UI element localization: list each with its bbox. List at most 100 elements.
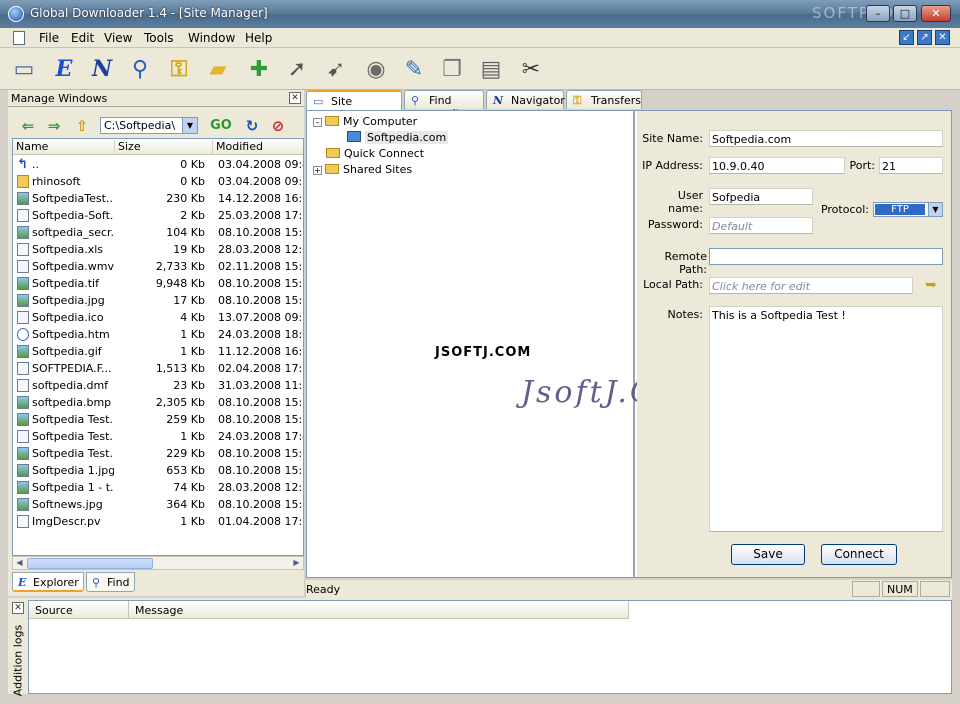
file-row[interactable]: Softpedia.htm 1 Kb 24.03.2008 18:05 bbox=[13, 326, 303, 343]
mdi-close-icon[interactable]: ✕ bbox=[935, 30, 950, 45]
explorer-e-icon[interactable]: E bbox=[48, 53, 80, 85]
menu-edit[interactable]: Edit bbox=[71, 31, 94, 45]
minimize-button[interactable]: – bbox=[866, 5, 890, 22]
edit-note-icon[interactable]: ✎ bbox=[398, 53, 430, 85]
file-row[interactable]: Softpedia.wmv 2,733 Kb 02.11.2008 15:35 bbox=[13, 258, 303, 275]
tab-find-result[interactable]: ⚲ Find result bbox=[404, 90, 484, 120]
column-name[interactable]: Name bbox=[13, 140, 115, 155]
notes-label: Notes: bbox=[667, 308, 703, 321]
download-arrow-icon[interactable]: ➚ bbox=[281, 53, 313, 85]
mdi-maximize-icon[interactable]: ↗ bbox=[917, 30, 932, 45]
file-row[interactable]: softpedia.bmp 2,305 Kb 08.10.2008 15:52 bbox=[13, 394, 303, 411]
notes-field[interactable]: This is a Softpedia Test ! bbox=[709, 306, 943, 532]
file-row[interactable]: Softpedia.tif 9,948 Kb 08.10.2008 15:52 bbox=[13, 275, 303, 292]
navigator-n-icon[interactable]: N bbox=[86, 53, 118, 85]
chevron-down-icon[interactable]: ▼ bbox=[928, 203, 942, 216]
menu-help[interactable]: Help bbox=[245, 31, 272, 45]
back-arrow-icon[interactable]: ⇐ bbox=[16, 116, 40, 136]
maximize-button[interactable]: □ bbox=[893, 5, 917, 22]
file-row[interactable]: SOFTPEDIA.F... 1,513 Kb 02.04.2008 17:15 bbox=[13, 360, 303, 377]
scroll-thumb[interactable] bbox=[27, 558, 153, 569]
document-icon[interactable] bbox=[13, 31, 25, 45]
mdi-restore-icon[interactable]: ↙ bbox=[899, 30, 914, 45]
tab-navigator[interactable]: N Navigator bbox=[486, 90, 565, 109]
up-folder-icon[interactable]: ⇧ bbox=[70, 116, 94, 136]
browse-folder-icon[interactable]: ➥ bbox=[921, 277, 941, 293]
menu-window[interactable]: Window bbox=[188, 31, 235, 45]
log-column-source[interactable]: Source bbox=[29, 601, 129, 619]
menu-file[interactable]: File bbox=[39, 31, 59, 45]
tree-item-quick-connect[interactable]: Quick Connect bbox=[326, 147, 424, 160]
remote-path-field[interactable] bbox=[709, 248, 943, 265]
file-modified: 08.10.2008 15:52 bbox=[218, 294, 303, 307]
scroll-left-icon[interactable]: ◀ bbox=[13, 557, 26, 569]
port-label: Port: bbox=[849, 159, 875, 172]
tree-item-shared-sites[interactable]: + Shared Sites bbox=[313, 163, 412, 176]
download-multi-icon[interactable]: ➹ bbox=[320, 53, 352, 85]
file-row[interactable]: Softpedia.ico 4 Kb 13.07.2008 09:56 bbox=[13, 309, 303, 326]
add-item-icon[interactable]: ✚ bbox=[243, 53, 275, 85]
expand-icon[interactable]: + bbox=[313, 166, 322, 175]
chevron-down-icon[interactable]: ▼ bbox=[182, 118, 197, 133]
globe-icon[interactable]: ◉ bbox=[360, 53, 392, 85]
save-button[interactable]: Save bbox=[731, 544, 805, 565]
password-field[interactable]: Default bbox=[709, 217, 813, 234]
key-icon[interactable]: ⚿ bbox=[163, 53, 195, 85]
file-row[interactable]: Softpedia-Soft... 2 Kb 25.03.2008 17:23 bbox=[13, 207, 303, 224]
tab-transfers[interactable]: ⚿ Transfers bbox=[566, 90, 642, 109]
file-icon bbox=[17, 209, 29, 222]
stop-icon[interactable]: ⊘ bbox=[266, 116, 290, 136]
file-row[interactable]: Softpedia 1.jpg 653 Kb 08.10.2008 15:52 bbox=[13, 462, 303, 479]
tree-item-softpedia-com[interactable]: Softpedia.com bbox=[347, 131, 449, 144]
local-path-field[interactable]: Click here for edit bbox=[709, 277, 913, 294]
file-row[interactable]: Softpedia.gif 1 Kb 11.12.2008 16:30 bbox=[13, 343, 303, 360]
file-list[interactable]: Name Size Modified ↰.. 0 Kb 03.04.2008 09:… bbox=[12, 138, 304, 556]
file-row[interactable]: Softpedia.xls 19 Kb 28.03.2008 12:02 bbox=[13, 241, 303, 258]
file-row[interactable]: Softpedia Test... 229 Kb 08.10.2008 15:52 bbox=[13, 445, 303, 462]
log-column-message[interactable]: Message bbox=[129, 601, 629, 619]
search-magnifier-icon[interactable]: ⚲ bbox=[124, 53, 156, 85]
forward-arrow-icon[interactable]: ⇒ bbox=[42, 116, 66, 136]
menu-view[interactable]: View bbox=[104, 31, 132, 45]
file-row[interactable]: ImgDescr.pv 1 Kb 01.04.2008 17:17 bbox=[13, 513, 303, 530]
file-row[interactable]: Softnews.jpg 364 Kb 08.10.2008 15:52 bbox=[13, 496, 303, 513]
log-close-icon[interactable]: ✕ bbox=[12, 602, 24, 614]
connect-button[interactable]: Connect bbox=[821, 544, 897, 565]
column-modified[interactable]: Modified bbox=[213, 140, 303, 155]
file-row[interactable]: softpedia.dmf 23 Kb 31.03.2008 11:23 bbox=[13, 377, 303, 394]
collapse-icon[interactable]: – bbox=[313, 118, 322, 127]
tab-find[interactable]: ⚲ Find bbox=[86, 572, 135, 592]
file-row[interactable]: SoftpediaTest.... 230 Kb 14.12.2008 16:05 bbox=[13, 190, 303, 207]
panel-close-icon[interactable]: ✕ bbox=[289, 92, 301, 104]
copy-icon[interactable]: ❐ bbox=[436, 53, 468, 85]
ip-address-field[interactable]: 10.9.0.40 bbox=[709, 157, 845, 174]
go-icon[interactable]: GO bbox=[206, 116, 236, 136]
protocol-select[interactable]: FTP ▼ bbox=[873, 202, 943, 217]
tools-icon[interactable]: ✂ bbox=[515, 53, 547, 85]
scroll-right-icon[interactable]: ▶ bbox=[290, 557, 303, 569]
port-field[interactable]: 21 bbox=[879, 157, 943, 174]
site-manager-content: – My Computer Softpedia.com Quick Connect… bbox=[306, 110, 952, 578]
tab-explorer[interactable]: E Explorer bbox=[12, 572, 84, 592]
file-row[interactable]: ↰.. 0 Kb 03.04.2008 09:42 bbox=[13, 156, 303, 173]
open-book-icon[interactable]: ▭ bbox=[8, 53, 40, 85]
close-button[interactable]: ✕ bbox=[921, 5, 951, 22]
column-size[interactable]: Size bbox=[115, 140, 213, 155]
log-grid[interactable]: Source Message bbox=[28, 600, 952, 694]
tree-item-my-computer[interactable]: – My Computer bbox=[313, 115, 417, 128]
file-row[interactable]: Softpedia.jpg 17 Kb 08.10.2008 15:52 bbox=[13, 292, 303, 309]
user-name-field[interactable]: Sofpedia bbox=[709, 188, 813, 205]
path-combo[interactable]: C:\Softpedia\ ▼ bbox=[100, 117, 198, 134]
file-row[interactable]: Softpedia Test... 259 Kb 08.10.2008 15:52 bbox=[13, 411, 303, 428]
horizontal-scrollbar[interactable]: ◀ ▶ bbox=[12, 556, 304, 570]
file-row[interactable]: Softpedia 1 - t... 74 Kb 28.03.2008 12:24 bbox=[13, 479, 303, 496]
file-row[interactable]: rhinosoft 0 Kb 03.04.2008 09:53 bbox=[13, 173, 303, 190]
clipboard-icon[interactable]: ▤ bbox=[475, 53, 507, 85]
tab-site-manager[interactable]: ▭ Site Manager bbox=[306, 90, 402, 121]
refresh-icon[interactable]: ↻ bbox=[240, 116, 264, 136]
file-row[interactable]: Softpedia Test... 1 Kb 24.03.2008 17:44 bbox=[13, 428, 303, 445]
file-row[interactable]: softpedia_secr... 104 Kb 08.10.2008 15:52 bbox=[13, 224, 303, 241]
folder-open-icon[interactable]: ▰ bbox=[202, 53, 234, 85]
menu-tools[interactable]: Tools bbox=[144, 31, 174, 45]
site-name-field[interactable]: Softpedia.com bbox=[709, 130, 943, 147]
